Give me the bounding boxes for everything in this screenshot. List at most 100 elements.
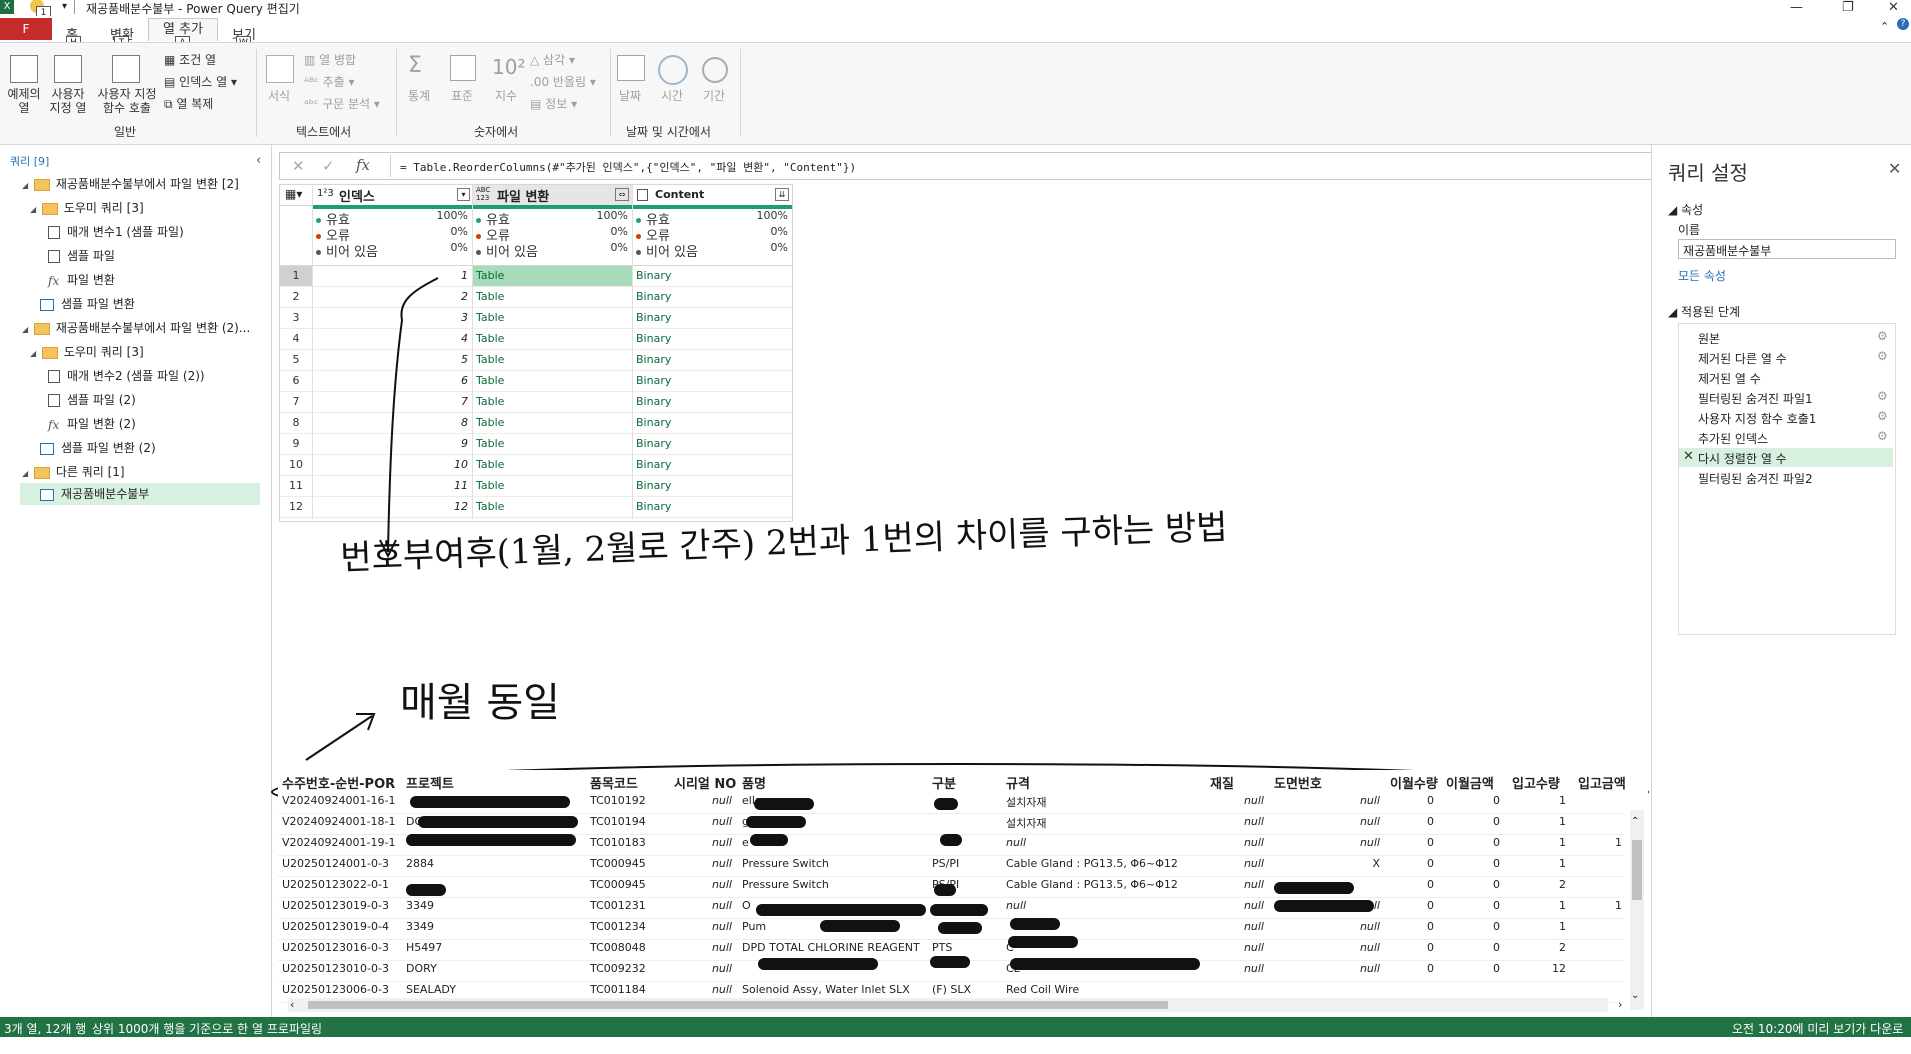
sheet-cell[interactable]: DORY: [406, 962, 580, 975]
sheet-cell[interactable]: 0: [1390, 794, 1434, 807]
sheet-cell[interactable]: null: [1210, 962, 1264, 975]
sheet-cell[interactable]: 3349: [406, 899, 580, 912]
sheet-cell[interactable]: 1: [1512, 836, 1566, 849]
scroll-up-icon[interactable]: ⌃: [1631, 816, 1639, 827]
sheet-header[interactable]: 도면번호: [1274, 773, 1386, 792]
sheet-cell[interactable]: null: [1274, 815, 1380, 828]
sheet-cell[interactable]: null: [674, 899, 732, 912]
sheet-cell[interactable]: null: [1210, 815, 1264, 828]
horizontal-scrollbar[interactable]: ‹ ›: [288, 998, 1622, 1012]
delete-step-icon[interactable]: ✕: [1683, 449, 1694, 464]
scroll-thumb[interactable]: [1632, 840, 1642, 900]
sheet-cell[interactable]: null: [1274, 920, 1380, 933]
sheet-cell[interactable]: 0: [1390, 920, 1434, 933]
sheet-cell[interactable]: null: [1274, 794, 1380, 807]
sheet-cell[interactable]: Cable Gland : PG13.5, Φ6~Φ12: [1006, 878, 1200, 891]
sheet-cell[interactable]: V20240924001-18-1: [282, 815, 400, 828]
sheet-cell[interactable]: null: [674, 857, 732, 870]
sheet-cell[interactable]: null: [1006, 899, 1200, 912]
sheet-cell[interactable]: X: [1274, 857, 1380, 870]
scroll-left-icon[interactable]: ‹: [290, 998, 294, 1011]
sheet-header[interactable]: 규격: [1006, 773, 1206, 792]
sheet-cell[interactable]: null: [1210, 920, 1264, 933]
scroll-down-icon[interactable]: ⌄: [1631, 990, 1639, 1001]
sheet-header[interactable]: 품명: [742, 773, 928, 792]
sheet-cell[interactable]: TC001231: [590, 899, 668, 912]
sheet-cell[interactable]: 0: [1390, 899, 1434, 912]
applied-step[interactable]: 원본 ⚙: [1679, 328, 1893, 347]
sheet-cell-partial[interactable]: null: [674, 983, 732, 996]
sheet-cell[interactable]: U20250123010-0-3: [282, 962, 400, 975]
sheet-cell[interactable]: 0: [1446, 857, 1500, 870]
close-settings-icon[interactable]: ✕: [1888, 159, 1901, 178]
sheet-header[interactable]: 구분: [932, 773, 1002, 792]
sheet-cell[interactable]: TC010183: [590, 836, 668, 849]
sheet-cell[interactable]: U20250123019-0-4: [282, 920, 400, 933]
sheet-cell[interactable]: 0: [1446, 836, 1500, 849]
sheet-cell[interactable]: 1: [1512, 794, 1566, 807]
applied-step[interactable]: 제거된 열 수: [1679, 368, 1893, 387]
sheet-cell[interactable]: null: [674, 941, 732, 954]
sheet-header[interactable]: 프로젝트: [406, 773, 586, 792]
hscroll-thumb[interactable]: [308, 1001, 1168, 1009]
sheet-cell[interactable]: 0: [1446, 794, 1500, 807]
sheet-cell[interactable]: null: [1210, 857, 1264, 870]
sheet-cell[interactable]: 2: [1512, 878, 1566, 891]
sheet-cell[interactable]: 2: [1512, 941, 1566, 954]
sheet-cell[interactable]: 설치자재: [1006, 815, 1200, 831]
sheet-cell[interactable]: 0: [1390, 962, 1434, 975]
sheet-cell[interactable]: 1: [1512, 920, 1566, 933]
sheet-header[interactable]: 수주번호-순번-POR: [282, 773, 406, 792]
sheet-cell[interactable]: null: [1210, 794, 1264, 807]
sheet-cell[interactable]: 0: [1446, 878, 1500, 891]
sheet-cell[interactable]: V20240924001-19-1: [282, 836, 400, 849]
sheet-header[interactable]: 입고수량: [1512, 773, 1572, 792]
sheet-cell[interactable]: U20250123016-0-3: [282, 941, 400, 954]
sheet-header[interactable]: 품목코드: [590, 773, 674, 792]
sheet-cell[interactable]: null: [1274, 962, 1380, 975]
sheet-header[interactable]: 시리얼 NO: [674, 773, 738, 792]
sheet-cell[interactable]: TC000945: [590, 878, 668, 891]
sheet-cell[interactable]: 1: [1512, 899, 1566, 912]
sheet-cell[interactable]: U20250124001-0-3: [282, 857, 400, 870]
sheet-cell[interactable]: H5497: [406, 941, 580, 954]
sheet-header[interactable]: 입고금액: [1578, 773, 1628, 792]
sheet-cell[interactable]: 0: [1446, 941, 1500, 954]
sheet-cell-partial[interactable]: Solenoid Assy, Water Inlet SLX: [742, 983, 922, 996]
sheet-cell[interactable]: 0: [1390, 878, 1434, 891]
sheet-cell[interactable]: TC010192: [590, 794, 668, 807]
sheet-cell[interactable]: 1: [1578, 836, 1622, 849]
sheet-cell[interactable]: U20250123019-0-3: [282, 899, 400, 912]
sheet-cell[interactable]: V20240924001-16-1: [282, 794, 400, 807]
sheet-cell[interactable]: DPD TOTAL CHLORINE REAGENT: [742, 941, 922, 954]
sheet-cell[interactable]: 2884: [406, 857, 580, 870]
sheet-cell[interactable]: null: [1274, 836, 1380, 849]
vertical-scrollbar[interactable]: ⌃ ⌄: [1630, 810, 1644, 1010]
sheet-cell[interactable]: 0: [1390, 836, 1434, 849]
applied-step[interactable]: ✕ 다시 정렬한 열 수: [1679, 448, 1893, 467]
applied-step[interactable]: 필터링된 숨겨진 파일2: [1679, 468, 1893, 487]
sheet-cell[interactable]: TC010194: [590, 815, 668, 828]
sheet-cell[interactable]: 0: [1390, 815, 1434, 828]
sheet-cell[interactable]: null: [674, 878, 732, 891]
sheet-cell[interactable]: null: [1006, 836, 1200, 849]
applied-steps-header[interactable]: ◢ 적용된 단계: [1668, 303, 1740, 320]
sheet-cell[interactable]: null: [674, 836, 732, 849]
sheet-cell[interactable]: 0: [1446, 962, 1500, 975]
sheet-header[interactable]: 이월금액: [1446, 773, 1506, 792]
step-settings-icon[interactable]: ⚙: [1877, 349, 1888, 363]
sheet-cell-partial[interactable]: SEALADY: [406, 983, 580, 996]
sheet-cell[interactable]: TC001234: [590, 920, 668, 933]
step-settings-icon[interactable]: ⚙: [1877, 329, 1888, 343]
sheet-cell[interactable]: 설치자재: [1006, 794, 1200, 810]
sheet-cell[interactable]: TC009232: [590, 962, 668, 975]
sheet-cell[interactable]: 1: [1512, 815, 1566, 828]
sheet-cell-partial[interactable]: (F) SLX: [932, 983, 996, 996]
properties-header[interactable]: ◢ 속성: [1668, 201, 1703, 218]
sheet-cell[interactable]: 12: [1512, 962, 1566, 975]
sheet-cell[interactable]: null: [674, 920, 732, 933]
scroll-right-icon[interactable]: ›: [1618, 998, 1622, 1011]
sheet-cell[interactable]: null: [1210, 899, 1264, 912]
sheet-cell[interactable]: null: [674, 962, 732, 975]
step-settings-icon[interactable]: ⚙: [1877, 429, 1888, 443]
